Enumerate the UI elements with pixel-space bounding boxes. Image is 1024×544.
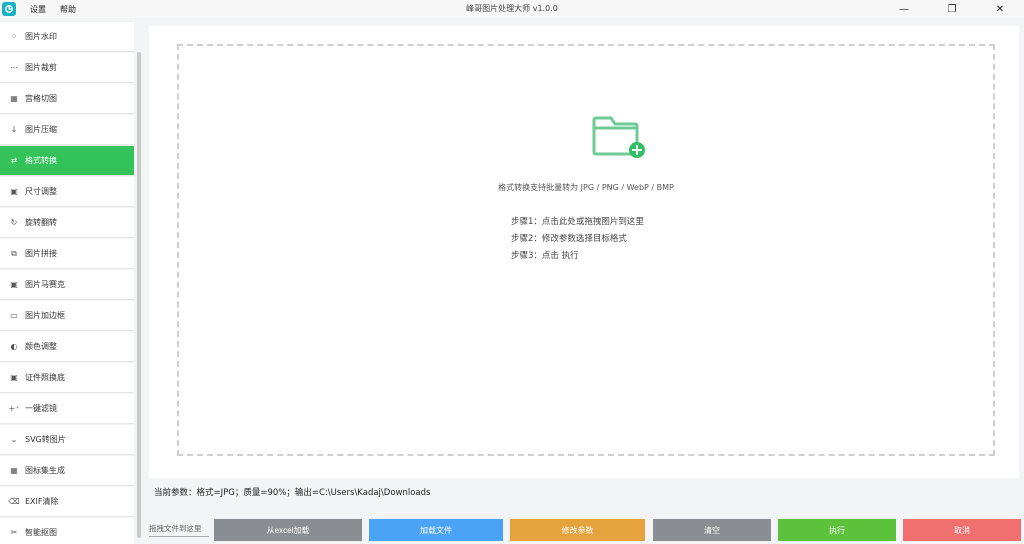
icon-set-icon: ▦ (10, 466, 18, 475)
sidebar-item-border[interactable]: ▭ 图片加边框 (0, 301, 134, 331)
steps-list: 步骤1：点击此处或拖拽图片到这里 步骤2：修改参数选择目标格式 步骤3：点击 执… (511, 214, 644, 265)
sidebar-item-watermark[interactable]: ⁘ 图片水印 (0, 22, 134, 52)
sidebar-item-smart-cutout[interactable]: ✂ 智能抠图 (0, 518, 134, 544)
sidebar-item-compress[interactable]: ↓ 图片压缩 (0, 115, 134, 145)
sidebar-item-label: 格式转换 (25, 156, 57, 165)
bottom-toolbar: 拖拽文件到这里 从excel加载 加载文件 修改参数 清空 执行 取消 (144, 519, 1024, 541)
format-convert-icon: ⇄ (10, 156, 18, 165)
compress-icon: ↓ (10, 125, 18, 134)
exif-clear-icon: ⌫ (8, 497, 20, 506)
drag-files-tip: 拖拽文件到这里 (149, 523, 209, 537)
sidebar-item-label: 图片加边框 (25, 311, 65, 320)
rotate-flip-icon: ↻ (10, 218, 18, 227)
sidebar-item-label: 宫格切图 (25, 94, 57, 103)
current-params-status: 当前参数：格式=JPG；质量=90%；输出=C:\Users\Kadaj\Dow… (154, 488, 431, 498)
load-files-button[interactable]: 加载文件 (369, 519, 503, 541)
sidebar-item-label: 智能抠图 (25, 528, 57, 537)
sidebar-item-label: 尺寸调整 (25, 187, 57, 196)
main-panel: 格式转换支持批量转为 JPG / PNG / WebP / BMP 步骤1：点击… (149, 26, 1019, 478)
sidebar-item-label: EXIF清除 (25, 497, 59, 506)
minimize-button[interactable]: — (880, 0, 928, 18)
step-2: 步骤2：修改参数选择目标格式 (511, 234, 627, 244)
window-title: 峰哥图片处理大师 v1.0.0 (466, 4, 558, 13)
modify-params-button[interactable]: 修改参数 (510, 519, 645, 541)
file-drop-zone[interactable]: 格式转换支持批量转为 JPG / PNG / WebP / BMP 步骤1：点击… (177, 44, 995, 456)
grid-split-icon: ▦ (10, 94, 18, 103)
sidebar-item-label: 图片马赛克 (25, 280, 65, 289)
resize-icon: ▣ (10, 187, 18, 196)
sidebar-item-label: 图片水印 (25, 32, 57, 41)
mosaic-icon: ▣ (10, 280, 18, 289)
sidebar-item-one-click-filter[interactable]: +⁺ 一键滤镜 (0, 394, 134, 424)
watermark-icon: ⁘ (10, 32, 18, 41)
sidebar-item-format-convert[interactable]: ⇄ 格式转换 (0, 146, 134, 176)
menu-settings[interactable]: 设置 (30, 4, 46, 15)
sidebar-item-grid-split[interactable]: ▦ 宫格切图 (0, 84, 134, 114)
step-1: 步骤1：点击此处或拖拽图片到这里 (511, 217, 644, 227)
border-icon: ▭ (10, 311, 18, 320)
smart-cutout-icon: ✂ (10, 528, 18, 537)
menu-help[interactable]: 帮助 (60, 4, 76, 15)
id-photo-bg-icon: ▣ (10, 373, 18, 382)
execute-button[interactable]: 执行 (778, 519, 896, 541)
sidebar-item-resize[interactable]: ▣ 尺寸调整 (0, 177, 134, 207)
crop-icon: ⋯ (10, 63, 18, 72)
sidebar-item-crop[interactable]: ⋯ 图片裁剪 (0, 53, 134, 83)
one-click-filter-icon: +⁺ (8, 404, 20, 413)
sidebar-item-label: 图片压缩 (25, 125, 57, 134)
sidebar-item-exif-clear[interactable]: ⌫ EXIF清除 (0, 487, 134, 517)
sidebar-item-label: 旋转翻转 (25, 218, 57, 227)
close-button[interactable]: ✕ (976, 0, 1024, 18)
app-logo-icon (2, 2, 16, 16)
sidebar-item-svg-to-image[interactable]: ⌄ SVG转图片 (0, 425, 134, 455)
sidebar-item-id-photo-bg[interactable]: ▣ 证件照换底 (0, 363, 134, 393)
sidebar-scrollbar[interactable] (137, 52, 141, 538)
load-from-excel-button[interactable]: 从excel加载 (214, 519, 362, 541)
sidebar-item-mosaic[interactable]: ▣ 图片马赛克 (0, 270, 134, 300)
sidebar-item-rotate-flip[interactable]: ↻ 旋转翻转 (0, 208, 134, 238)
sidebar-item-icon-set[interactable]: ▦ 图标集生成 (0, 456, 134, 486)
stitch-icon: ⧉ (11, 248, 17, 258)
sidebar-nav: ⁘ 图片水印 ⋯ 图片裁剪 ▦ 宫格切图 ↓ 图片压缩 ⇄ 格式转换 ▣ 尺寸调整 ↻ 旋转翻转 ⧉ 图片拼接… (0, 22, 134, 544)
sidebar-item-stitch[interactable]: ⧉ 图片拼接 (0, 239, 134, 269)
sidebar-item-color-adjust[interactable]: ◐ 颜色调整 (0, 332, 134, 362)
sidebar-item-label: 图标集生成 (25, 466, 65, 475)
format-hint: 格式转换支持批量转为 JPG / PNG / WebP / BMP (498, 183, 674, 192)
svg-to-image-icon: ⌄ (10, 435, 18, 444)
sidebar-item-label: 一键滤镜 (25, 404, 57, 413)
step-3: 步骤3：点击 执行 (511, 251, 579, 261)
sidebar-item-label: 颜色调整 (25, 342, 57, 351)
window-controls: — ❐ ✕ (880, 0, 1024, 18)
sidebar-item-label: 图片拼接 (25, 249, 57, 258)
color-adjust-icon: ◐ (10, 342, 18, 351)
sidebar-item-label: 证件照换底 (25, 373, 65, 382)
title-bar: 设置 帮助 峰哥图片处理大师 v1.0.0 — ❐ ✕ (0, 0, 1024, 18)
clear-button[interactable]: 清空 (653, 519, 771, 541)
folder-add-icon (592, 116, 645, 158)
sidebar-item-label: SVG转图片 (25, 435, 66, 444)
cancel-button[interactable]: 取消 (903, 519, 1021, 541)
sidebar-item-label: 图片裁剪 (25, 63, 57, 72)
maximize-button[interactable]: ❐ (928, 0, 976, 18)
